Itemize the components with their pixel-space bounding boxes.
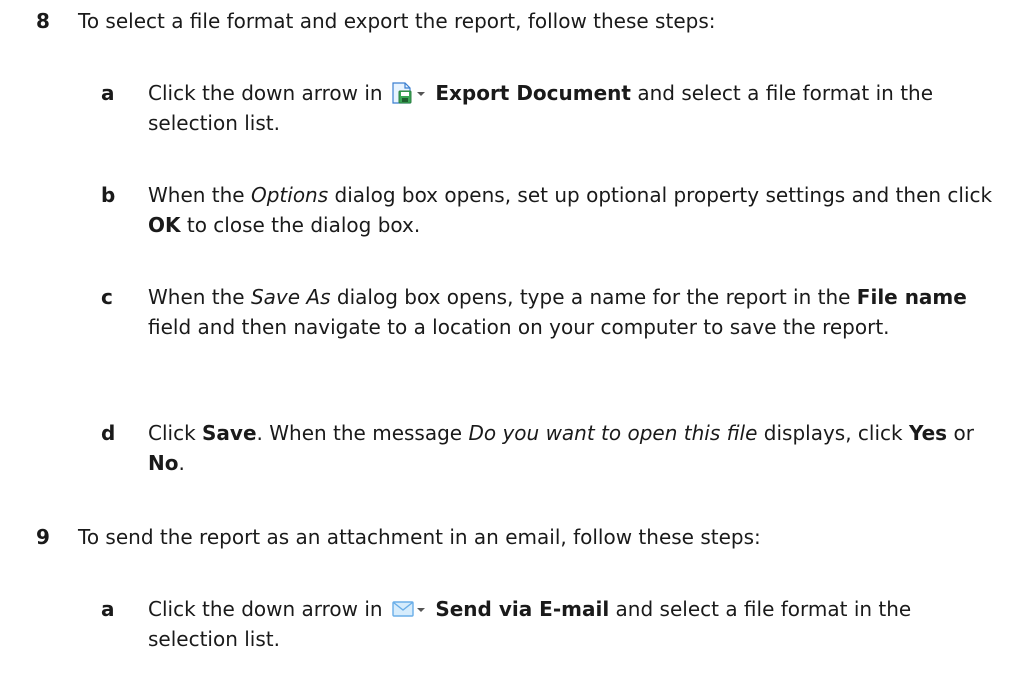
substep-text: When the Save As dialog box opens, type …	[148, 285, 967, 339]
email-envelope-icon	[391, 598, 427, 620]
substep-text: Click the down arrow in Export Document …	[148, 81, 934, 135]
substep-letter: a	[101, 81, 115, 105]
substep-letter: d	[101, 421, 116, 445]
substep-letter: c	[101, 285, 113, 309]
substep-letter: b	[101, 183, 116, 207]
export-document-icon	[391, 82, 427, 104]
step-text: To send the report as an attachment in a…	[78, 525, 761, 549]
step-number: 9	[36, 525, 50, 549]
step-number: 8	[36, 9, 50, 33]
step-text: To select a file format and export the r…	[78, 9, 716, 33]
substep-text: When the Options dialog box opens, set u…	[148, 183, 993, 237]
substep-letter: a	[101, 597, 115, 621]
substep-text: Click the down arrow in Send via E-mail …	[148, 597, 912, 651]
substep-text: Click Save. When the message Do you want…	[148, 421, 974, 475]
